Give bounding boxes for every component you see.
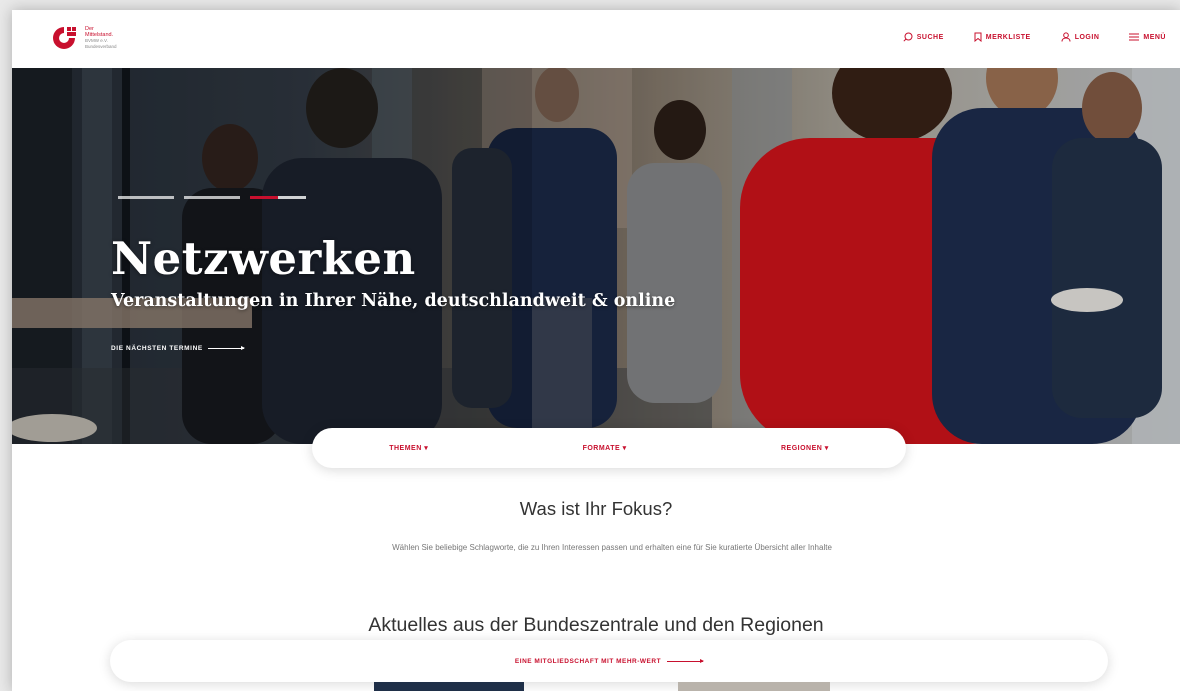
slider-dot-active[interactable] (250, 196, 306, 199)
focus-description: Wählen Sie beliebige Schlagworte, die zu… (392, 543, 832, 552)
nav-label: MENÜ (1143, 33, 1166, 41)
nav-label: LOGIN (1074, 33, 1100, 41)
filter-bar: THEMEN ▾ FORMATE ▾ REGIONEN ▾ (312, 428, 906, 468)
search-icon (903, 32, 913, 42)
bookmark-icon (974, 32, 982, 42)
hero-banner: Netzwerken Veranstaltungen in Ihrer Nähe… (12, 68, 1180, 444)
next-events-label: DIE NÄCHSTEN TERMINE (111, 345, 203, 352)
main-nav: SUCHE MERKLISTE LOGIN MENÜ (903, 32, 1166, 42)
logo-mark-icon (53, 27, 76, 49)
bvmw-logo[interactable]: Der Mittelstand. BVMW e.V. Bundesverband (52, 24, 117, 52)
hero-subtitle: Veranstaltungen in Ihrer Nähe, deutschla… (111, 291, 676, 311)
focus-heading: Was ist Ihr Fokus? (519, 498, 673, 519)
nav-label: SUCHE (916, 33, 944, 41)
hamburger-icon (1129, 33, 1140, 41)
arrow-right-icon (207, 346, 245, 350)
news-heading: Aktuelles aus der Bundeszentrale und den… (368, 614, 824, 636)
filter-formate[interactable]: FORMATE ▾ (583, 444, 627, 452)
next-events-link[interactable]: DIE NÄCHSTEN TERMINE (111, 345, 245, 352)
nav-bookmarks[interactable]: MERKLISTE (974, 32, 1031, 42)
filter-themen[interactable]: THEMEN ▾ (389, 444, 428, 452)
user-icon (1061, 32, 1071, 42)
nav-menu[interactable]: MENÜ (1129, 32, 1166, 42)
nav-search[interactable]: SUCHE (903, 32, 944, 42)
logo-text: Der Mittelstand. BVMW e.V. Bundesverband (85, 26, 117, 50)
arrow-right-icon (667, 658, 705, 663)
slider-indicators (118, 196, 306, 199)
news-card-image[interactable] (374, 682, 524, 691)
filter-regionen[interactable]: REGIONEN ▾ (781, 444, 829, 452)
membership-banner[interactable]: EINE MITGLIEDSCHAFT MIT MEHR-WERT (110, 640, 1108, 682)
browser-frame: Der Mittelstand. BVMW e.V. Bundesverband… (12, 10, 1180, 691)
nav-login[interactable]: LOGIN (1061, 32, 1100, 42)
news-card-image[interactable] (678, 682, 830, 691)
nav-label: MERKLISTE (985, 33, 1031, 41)
slider-dot[interactable] (118, 196, 174, 199)
site-header: Der Mittelstand. BVMW e.V. Bundesverband… (12, 10, 1180, 68)
hero-title: Netzwerken (111, 232, 416, 285)
logo-line: Bundesverband (85, 44, 117, 49)
slider-dot[interactable] (184, 196, 240, 199)
membership-label: EINE MITGLIEDSCHAFT MIT MEHR-WERT (514, 657, 662, 665)
